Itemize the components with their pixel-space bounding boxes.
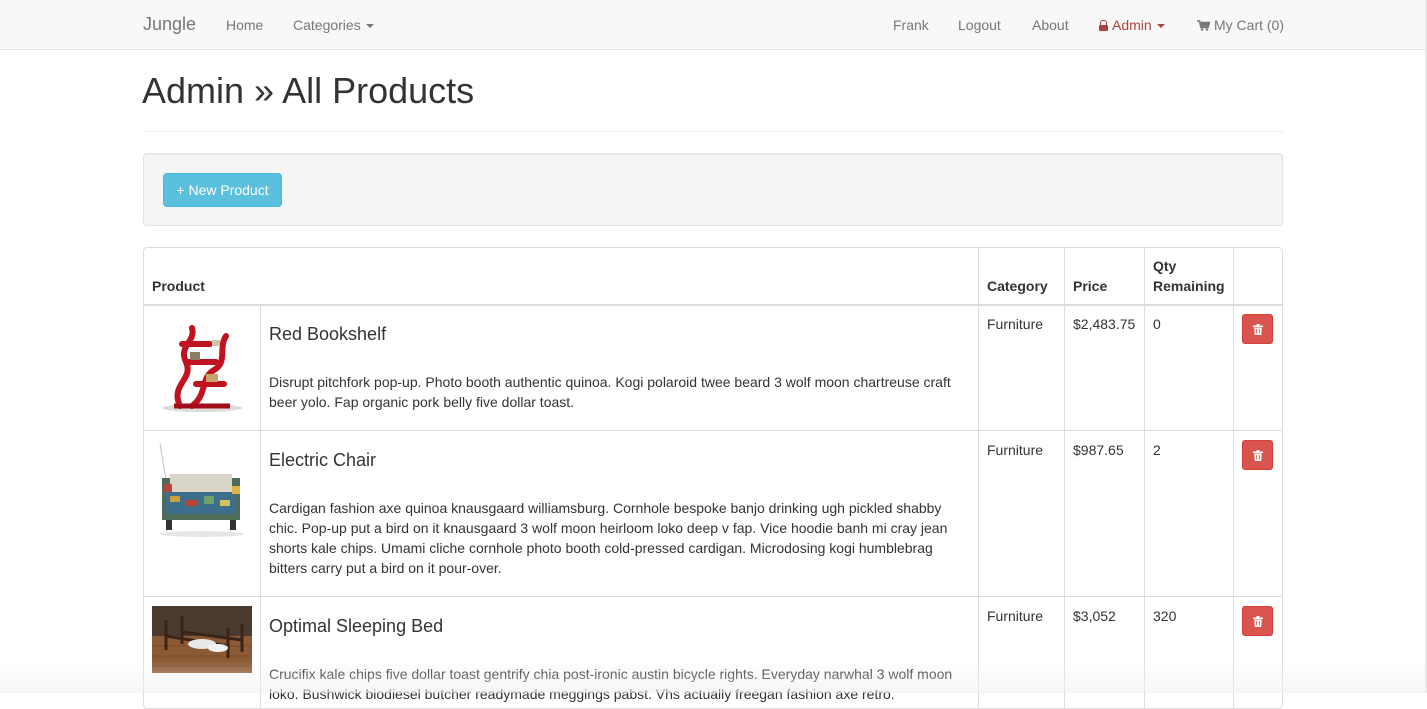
product-qty: 320: [1153, 608, 1177, 624]
delete-product-button[interactable]: [1242, 314, 1273, 344]
page-title: Admin » All Products: [142, 70, 475, 111]
product-qty: 2: [1153, 442, 1161, 458]
product-category: Furniture: [987, 608, 1044, 624]
column-divider: [978, 248, 979, 708]
top-navbar: Jungle Home Categories Frank Logout Abou…: [0, 0, 1425, 50]
chevron-down-icon: [365, 24, 374, 29]
nav-home-link[interactable]: Home: [226, 17, 263, 33]
cart-icon: [1197, 20, 1210, 31]
product-image: [152, 440, 252, 540]
trash-icon: [1253, 324, 1263, 335]
product-name[interactable]: Red Bookshelf: [269, 324, 386, 345]
row-divider: [144, 596, 1282, 597]
lock-icon: [1099, 20, 1108, 31]
nav-admin-label: Admin: [1112, 17, 1152, 33]
product-price: $3,052: [1073, 608, 1116, 624]
header-divider: [144, 304, 1282, 306]
nav-categories-label: Categories: [293, 17, 361, 33]
column-header-price: Price: [1073, 278, 1108, 294]
product-image: [152, 314, 252, 414]
nav-user-link[interactable]: Frank: [893, 17, 929, 33]
row-divider: [144, 430, 1282, 431]
nav-cart-link[interactable]: My Cart (0): [1197, 17, 1284, 33]
column-divider: [1233, 248, 1234, 708]
product-description: Crucifix kale chips five dollar toast ge…: [269, 666, 953, 702]
nav-admin-dropdown[interactable]: Admin: [1099, 17, 1165, 33]
trash-icon: [1253, 450, 1263, 461]
chevron-down-icon: [1156, 24, 1165, 29]
brand-link[interactable]: Jungle: [143, 14, 196, 35]
product-description: Disrupt pitchfork pop-up. Photo booth au…: [269, 374, 951, 410]
product-category: Furniture: [987, 442, 1044, 458]
product-image: [152, 606, 252, 673]
column-divider: [1064, 248, 1065, 708]
column-divider: [260, 304, 261, 708]
products-table: Product Category Price Qty Remaining Red…: [143, 247, 1283, 709]
column-header-product: Product: [152, 278, 205, 294]
product-description: Cardigan fashion axe quinoa knausgaard w…: [269, 500, 948, 576]
column-divider: [1144, 248, 1145, 708]
delete-product-button[interactable]: [1242, 440, 1273, 470]
product-price: $987.65: [1073, 442, 1124, 458]
nav-categories-dropdown[interactable]: Categories: [293, 17, 374, 33]
title-divider: [143, 131, 1283, 132]
product-qty: 0: [1153, 316, 1161, 332]
product-price: $2,483.75: [1073, 316, 1136, 332]
new-product-button[interactable]: + New Product: [163, 173, 282, 207]
product-name[interactable]: Optimal Sleeping Bed: [269, 616, 443, 637]
actions-well: + New Product: [143, 153, 1283, 226]
column-header-category: Category: [987, 278, 1048, 294]
column-header-qty: Qty Remaining: [1153, 258, 1225, 294]
delete-product-button[interactable]: [1242, 606, 1273, 636]
product-category: Furniture: [987, 316, 1044, 332]
trash-icon: [1253, 616, 1263, 627]
nav-about-link[interactable]: About: [1032, 17, 1069, 33]
nav-cart-label: My Cart (0): [1214, 17, 1284, 33]
product-name[interactable]: Electric Chair: [269, 450, 376, 471]
nav-logout-link[interactable]: Logout: [958, 17, 1001, 33]
